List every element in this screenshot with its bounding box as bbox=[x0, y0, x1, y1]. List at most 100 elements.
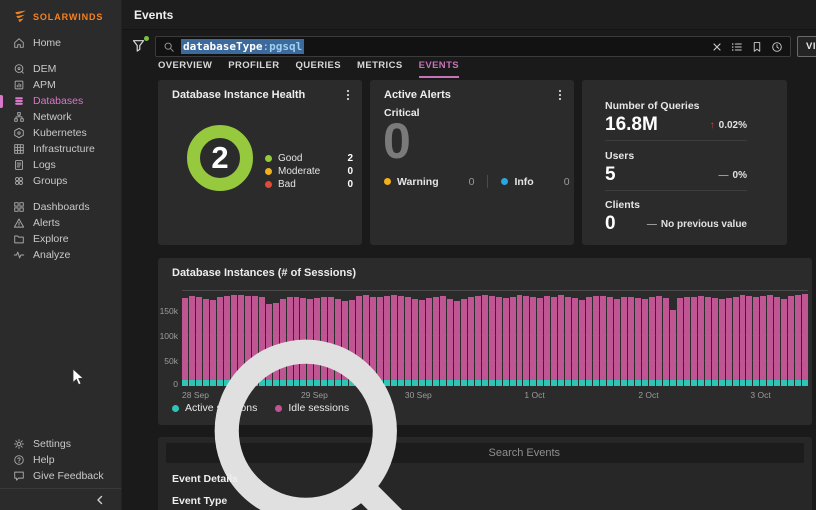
session-bar[interactable] bbox=[621, 297, 627, 386]
kubernetes-icon bbox=[14, 127, 24, 139]
sidebar-item-label: Give Feedback bbox=[33, 470, 104, 482]
session-bar[interactable] bbox=[648, 297, 655, 386]
bookmark-icon[interactable] bbox=[751, 41, 763, 53]
sidebar-item-give-feedback[interactable]: Give Feedback bbox=[0, 468, 121, 484]
session-bar[interactable] bbox=[655, 296, 662, 386]
session-bar[interactable] bbox=[537, 297, 544, 386]
session-bar[interactable] bbox=[593, 296, 600, 386]
session-bar[interactable] bbox=[704, 297, 711, 386]
session-bar[interactable] bbox=[523, 296, 530, 386]
sidebar-item-help[interactable]: Help bbox=[0, 452, 121, 468]
session-bar[interactable] bbox=[579, 299, 586, 386]
tab-events[interactable]: EVENTS bbox=[418, 60, 460, 78]
sidebar-item-dem[interactable]: DEM bbox=[0, 61, 121, 77]
session-bar[interactable] bbox=[641, 298, 648, 386]
session-bar[interactable] bbox=[558, 295, 565, 386]
search-icon bbox=[164, 42, 174, 52]
session-bar[interactable] bbox=[607, 297, 614, 386]
sidebar-item-alerts[interactable]: Alerts bbox=[0, 215, 121, 231]
solarwinds-logo[interactable]: SOLARWINDS bbox=[0, 0, 121, 24]
session-bar[interactable] bbox=[732, 296, 739, 386]
tab-profiler[interactable]: PROFILER bbox=[228, 60, 279, 78]
session-bar[interactable] bbox=[760, 295, 767, 386]
events-search-box[interactable] bbox=[166, 339, 804, 510]
sidebar-item-explore[interactable]: Explore bbox=[0, 231, 121, 247]
query-input[interactable]: databaseType:pgsql bbox=[155, 36, 791, 57]
help-icon bbox=[14, 455, 24, 465]
kebab-menu-icon[interactable] bbox=[554, 88, 566, 102]
session-bar[interactable] bbox=[481, 294, 488, 386]
session-bar[interactable] bbox=[516, 295, 523, 386]
metric-value: 16.8M bbox=[605, 114, 658, 135]
session-bar[interactable] bbox=[788, 296, 795, 386]
saved-queries-icon[interactable] bbox=[731, 41, 743, 53]
session-bar[interactable] bbox=[781, 298, 788, 386]
session-bar[interactable] bbox=[753, 297, 760, 386]
session-bar[interactable] bbox=[739, 295, 746, 386]
view-button[interactable]: VIE bbox=[797, 36, 816, 57]
session-bar[interactable] bbox=[746, 296, 753, 386]
chart-title: Database Instances (# of Sessions) bbox=[172, 267, 357, 279]
session-bar[interactable] bbox=[683, 297, 690, 386]
critical-value: 0 bbox=[383, 113, 411, 169]
tab-overview[interactable]: OVERVIEW bbox=[158, 60, 212, 78]
infrastructure-icon bbox=[14, 144, 24, 154]
card-title: Active Alerts bbox=[384, 89, 451, 101]
session-bar[interactable] bbox=[662, 297, 669, 386]
session-bar[interactable] bbox=[544, 296, 551, 386]
kebab-menu-icon[interactable] bbox=[342, 88, 354, 102]
warning-value: 0 bbox=[468, 175, 475, 188]
sidebar-item-logs[interactable]: Logs bbox=[0, 157, 121, 173]
session-bar[interactable] bbox=[774, 297, 781, 386]
session-bar[interactable] bbox=[502, 297, 509, 386]
sidebar-item-databases[interactable]: Databases bbox=[0, 93, 121, 109]
session-bar[interactable] bbox=[690, 296, 697, 386]
filter-button[interactable] bbox=[131, 36, 149, 56]
clear-icon[interactable] bbox=[711, 41, 723, 53]
session-bar[interactable] bbox=[725, 297, 732, 386]
session-bar[interactable] bbox=[802, 294, 809, 386]
metric-delta: — No previous value bbox=[647, 219, 747, 230]
session-bar[interactable] bbox=[586, 297, 593, 386]
session-bar[interactable] bbox=[495, 297, 502, 386]
session-bar[interactable] bbox=[509, 296, 516, 386]
legend-value: 0 bbox=[347, 179, 353, 190]
sidebar-item-analyze[interactable]: Analyze bbox=[0, 247, 121, 263]
tab-queries[interactable]: QUERIES bbox=[295, 60, 341, 78]
session-bar[interactable] bbox=[565, 296, 572, 386]
sidebar-item-apm[interactable]: APM bbox=[0, 77, 121, 93]
groups-icon bbox=[15, 177, 23, 185]
metric-label: Number of Queries bbox=[605, 100, 700, 112]
session-bar[interactable] bbox=[697, 296, 704, 386]
session-bar[interactable] bbox=[530, 297, 537, 386]
session-bar[interactable] bbox=[600, 295, 607, 386]
session-bar[interactable] bbox=[628, 296, 634, 386]
sidebar-item-kubernetes[interactable]: Kubernetes bbox=[0, 125, 121, 141]
session-bar[interactable] bbox=[718, 298, 725, 386]
legend-item-moderate: Moderate 0 bbox=[265, 165, 353, 178]
session-bar[interactable] bbox=[634, 297, 641, 386]
sidebar-item-network[interactable]: Network bbox=[0, 109, 121, 125]
session-bar[interactable] bbox=[767, 294, 774, 386]
vertical-divider bbox=[487, 175, 489, 188]
session-bar[interactable] bbox=[488, 296, 495, 386]
session-bar[interactable] bbox=[614, 298, 621, 386]
session-bar[interactable] bbox=[676, 298, 683, 386]
delta-text: 0.02% bbox=[718, 120, 747, 131]
sidebar-item-dashboards[interactable]: Dashboards bbox=[0, 199, 121, 215]
sidebar-item-label: Groups bbox=[33, 175, 68, 187]
sidebar-item-settings[interactable]: Settings bbox=[0, 436, 121, 452]
session-bar[interactable] bbox=[711, 298, 718, 386]
history-icon[interactable] bbox=[771, 41, 783, 53]
session-bar[interactable] bbox=[572, 298, 579, 386]
health-donut: 2 bbox=[187, 125, 253, 191]
session-bar[interactable] bbox=[551, 297, 558, 386]
collapse-sidebar-icon[interactable] bbox=[93, 493, 107, 507]
tab-metrics[interactable]: METRICS bbox=[357, 60, 403, 78]
session-bar[interactable] bbox=[795, 295, 802, 386]
sidebar-item-infrastructure[interactable]: Infrastructure bbox=[0, 141, 121, 157]
sidebar-item-groups[interactable]: Groups bbox=[0, 173, 121, 189]
events-search-input[interactable] bbox=[488, 447, 796, 459]
sidebar-item-home[interactable]: Home bbox=[0, 35, 121, 51]
session-bar[interactable] bbox=[669, 309, 676, 386]
